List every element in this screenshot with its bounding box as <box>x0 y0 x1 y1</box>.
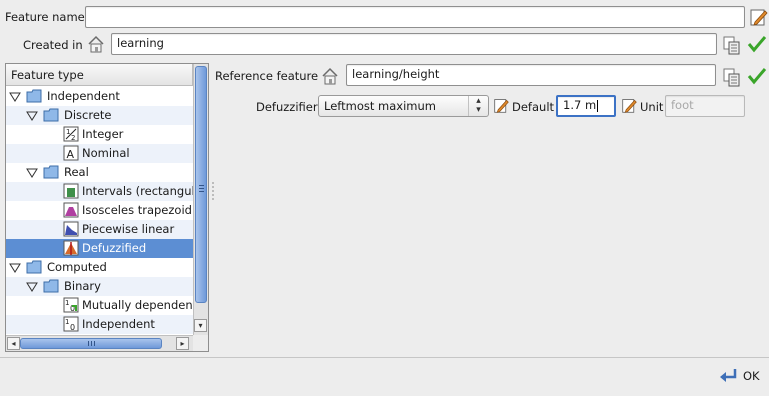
nominal-icon: A <box>63 145 79 161</box>
folder-icon <box>43 108 59 122</box>
expand-triangle-icon[interactable] <box>9 262 21 274</box>
svg-text:0: 0 <box>70 323 75 332</box>
tree-item-label: Integer <box>82 127 124 141</box>
tree-item-computed[interactable]: Computed <box>6 258 193 277</box>
created-in-label: Created in <box>23 38 83 52</box>
updown-arrows-icon: ▴ ▾ <box>468 96 488 116</box>
tree-item-label: Computed <box>47 260 107 274</box>
intervals-icon <box>63 183 79 199</box>
vertical-scroll-thumb[interactable] <box>195 66 207 303</box>
piecewise-icon <box>63 221 79 237</box>
feature-name-input[interactable] <box>85 6 745 28</box>
folder-icon <box>43 165 59 179</box>
tree-item-label: Intervals (rectangul <box>82 184 193 198</box>
scroll-right-button[interactable]: ▸ <box>176 337 189 350</box>
tree-item-discrete[interactable]: Discrete <box>6 106 193 125</box>
binary-icon: 10 <box>63 316 79 332</box>
tree-item-label: Real <box>64 165 89 179</box>
svg-text:A: A <box>67 148 75 161</box>
reference-feature-label: Reference feature <box>215 69 319 83</box>
tree-horizontal-scrollbar[interactable]: ◂ ▸ <box>6 335 193 351</box>
tree-item-label: Piecewise linear <box>82 222 175 236</box>
reference-feature-input[interactable]: learning/height <box>346 64 716 86</box>
tree-item-mutually-dependent[interactable]: 10 Mutually dependent <box>6 296 193 315</box>
tree-vertical-scrollbar[interactable]: ▾ <box>193 64 208 335</box>
home-icon[interactable] <box>320 66 340 86</box>
default-label: Default <box>512 100 555 114</box>
tree-item-label: Mutually dependent <box>82 298 193 312</box>
svg-text:1: 1 <box>65 318 69 326</box>
tree-item-independent[interactable]: Independent <box>6 87 193 106</box>
checkmark-icon[interactable] <box>747 34 767 54</box>
feature-name-label: Feature name <box>5 10 85 24</box>
defuzzifier-selected: Leftmost maximum <box>324 99 436 113</box>
tree-item-integer[interactable]: 12 Integer <box>6 125 193 144</box>
default-value: 1.7 m <box>563 98 597 112</box>
tree-item-label: Defuzzified <box>82 241 147 255</box>
defuzzifier-select[interactable]: Leftmost maximum ▴ ▾ <box>318 95 489 117</box>
unit-input[interactable]: foot <box>665 95 745 117</box>
expand-triangle-icon[interactable] <box>26 167 38 179</box>
tree-item-binary-independent[interactable]: 10 Independent <box>6 315 193 334</box>
tree-header[interactable]: Feature type <box>6 64 193 86</box>
tree-item-defuzzified[interactable]: Defuzzified <box>6 239 193 258</box>
browse-icon[interactable] <box>722 35 742 55</box>
svg-text:1: 1 <box>65 299 69 307</box>
binary-icon: 10 <box>63 297 79 313</box>
tree-item-label: Binary <box>64 279 101 293</box>
feature-type-tree[interactable]: Feature type Independent Discrete 12 Int… <box>5 63 209 352</box>
edit-icon[interactable] <box>621 97 638 114</box>
horizontal-scroll-thumb[interactable] <box>20 338 162 349</box>
created-in-input[interactable]: learning <box>111 33 717 55</box>
tree-item-intervals[interactable]: Intervals (rectangul <box>6 182 193 201</box>
folder-icon <box>26 260 42 274</box>
expand-triangle-icon[interactable] <box>9 91 21 103</box>
defuzzified-icon <box>63 240 79 256</box>
enter-arrow-icon <box>720 369 737 382</box>
splitter-handle[interactable] <box>211 180 215 200</box>
tree-item-binary[interactable]: Binary <box>6 277 193 296</box>
footer-divider <box>0 357 769 358</box>
browse-icon[interactable] <box>722 67 742 87</box>
tree-item-label: Discrete <box>64 108 112 122</box>
scroll-down-button[interactable]: ▾ <box>194 319 207 332</box>
unit-label: Unit <box>640 100 664 114</box>
tree-item-label: Nominal <box>82 146 130 160</box>
defuzzifier-label: Defuzzifier <box>256 100 318 114</box>
tree-item-real[interactable]: Real <box>6 163 193 182</box>
scroll-left-button[interactable]: ◂ <box>7 337 20 350</box>
edit-icon[interactable] <box>749 7 769 27</box>
tree-item-trapezoid[interactable]: Isosceles trapezoid <box>6 201 193 220</box>
tree-item-label: Independent <box>82 317 155 331</box>
scroll-corner <box>193 335 208 351</box>
folder-icon <box>26 89 42 103</box>
svg-text:2: 2 <box>71 134 75 142</box>
tree-item-nominal[interactable]: A Nominal <box>6 144 193 163</box>
checkmark-icon[interactable] <box>747 66 767 86</box>
folder-icon <box>43 279 59 293</box>
tree-item-piecewise[interactable]: Piecewise linear <box>6 220 193 239</box>
expand-triangle-icon[interactable] <box>26 281 38 293</box>
home-icon[interactable] <box>86 34 106 54</box>
tree-item-label: Independent <box>47 89 120 103</box>
trapezoid-icon <box>63 202 79 218</box>
ok-button-label: OK <box>743 369 760 383</box>
default-input[interactable]: 1.7 m <box>556 95 616 117</box>
tree-item-label: Isosceles trapezoid <box>82 203 192 217</box>
edit-icon[interactable] <box>493 97 510 114</box>
expand-triangle-icon[interactable] <box>26 110 38 122</box>
ok-button[interactable]: OK <box>716 365 764 387</box>
integer-icon: 12 <box>63 126 79 142</box>
